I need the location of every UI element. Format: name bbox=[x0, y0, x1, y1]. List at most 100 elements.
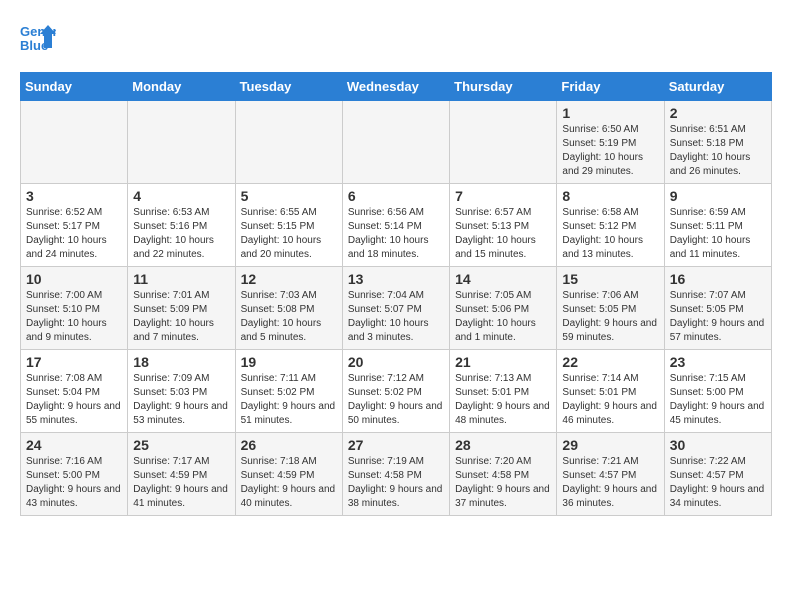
calendar-row-4: 24Sunrise: 7:16 AM Sunset: 5:00 PM Dayli… bbox=[21, 433, 772, 516]
day-number: 1 bbox=[562, 105, 658, 121]
day-number: 5 bbox=[241, 188, 337, 204]
calendar-cell: 22 Sunrise: 7:14 AM Sunset: 5:01 PM Dayli… bbox=[557, 350, 664, 433]
calendar-cell: 28 Sunrise: 7:20 AM Sunset: 4:58 PM Dayli… bbox=[450, 433, 557, 516]
day-info: Sunrise: 7:06 AM Sunset: 5:05 PM Dayligh… bbox=[562, 289, 658, 345]
day-info: Sunrise: 7:01 AM Sunset: 5:09 PM Dayligh… bbox=[133, 289, 229, 345]
col-header-monday: Monday bbox=[128, 73, 235, 101]
calendar-cell: 1Sunrise: 6:50 AM Sunset: 5:19 PM Daylig… bbox=[557, 101, 664, 184]
day-info: Sunrise: 7:13 AM Sunset: 5:01 PM Dayligh… bbox=[455, 372, 551, 428]
header: General Blue bbox=[20, 20, 772, 56]
calendar-cell: 7Sunrise: 6:57 AM Sunset: 5:13 PM Daylig… bbox=[450, 184, 557, 267]
calendar-cell: 17 Sunrise: 7:08 AM Sunset: 5:04 PM Dayli… bbox=[21, 350, 128, 433]
day-number: 9 bbox=[670, 188, 766, 204]
day-number: 22 bbox=[562, 354, 658, 370]
day-number: 15 bbox=[562, 271, 658, 287]
calendar-row-1: 3 Sunrise: 6:52 AM Sunset: 5:17 PM Daylig… bbox=[21, 184, 772, 267]
calendar-cell: 30 Sunrise: 7:22 AM Sunset: 4:57 PM Dayli… bbox=[664, 433, 771, 516]
calendar-cell: 26 Sunrise: 7:18 AM Sunset: 4:59 PM Dayli… bbox=[235, 433, 342, 516]
calendar-cell: 9 Sunrise: 6:59 AM Sunset: 5:11 PM Daylig… bbox=[664, 184, 771, 267]
calendar-table: SundayMondayTuesdayWednesdayThursdayFrid… bbox=[20, 72, 772, 516]
calendar-cell: 15 Sunrise: 7:06 AM Sunset: 5:05 PM Dayli… bbox=[557, 267, 664, 350]
svg-text:Blue: Blue bbox=[20, 38, 48, 53]
calendar-cell: 8Sunrise: 6:58 AM Sunset: 5:12 PM Daylig… bbox=[557, 184, 664, 267]
col-header-sunday: Sunday bbox=[21, 73, 128, 101]
calendar-cell: 13 Sunrise: 7:04 AM Sunset: 5:07 PM Dayli… bbox=[342, 267, 449, 350]
day-info: Sunrise: 7:00 AM Sunset: 5:10 PM Dayligh… bbox=[26, 289, 122, 345]
day-number: 25 bbox=[133, 437, 229, 453]
logo: General Blue bbox=[20, 20, 60, 56]
day-number: 28 bbox=[455, 437, 551, 453]
day-info: Sunrise: 7:22 AM Sunset: 4:57 PM Dayligh… bbox=[670, 455, 766, 511]
day-info: Sunrise: 7:20 AM Sunset: 4:58 PM Dayligh… bbox=[455, 455, 551, 511]
day-info: Sunrise: 7:03 AM Sunset: 5:08 PM Dayligh… bbox=[241, 289, 337, 345]
calendar-header-row: SundayMondayTuesdayWednesdayThursdayFrid… bbox=[21, 73, 772, 101]
day-info: Sunrise: 7:19 AM Sunset: 4:58 PM Dayligh… bbox=[348, 455, 444, 511]
day-number: 27 bbox=[348, 437, 444, 453]
calendar-row-3: 17 Sunrise: 7:08 AM Sunset: 5:04 PM Dayli… bbox=[21, 350, 772, 433]
calendar-cell: 12 Sunrise: 7:03 AM Sunset: 5:08 PM Dayli… bbox=[235, 267, 342, 350]
calendar-cell: 3 Sunrise: 6:52 AM Sunset: 5:17 PM Daylig… bbox=[21, 184, 128, 267]
day-info: Sunrise: 6:59 AM Sunset: 5:11 PM Dayligh… bbox=[670, 206, 766, 262]
calendar-cell: 27 Sunrise: 7:19 AM Sunset: 4:58 PM Dayli… bbox=[342, 433, 449, 516]
calendar-row-0: 1Sunrise: 6:50 AM Sunset: 5:19 PM Daylig… bbox=[21, 101, 772, 184]
day-info: Sunrise: 7:15 AM Sunset: 5:00 PM Dayligh… bbox=[670, 372, 766, 428]
calendar-cell: 5 Sunrise: 6:55 AM Sunset: 5:15 PM Daylig… bbox=[235, 184, 342, 267]
day-info: Sunrise: 7:07 AM Sunset: 5:05 PM Dayligh… bbox=[670, 289, 766, 345]
day-number: 7 bbox=[455, 188, 551, 204]
day-number: 11 bbox=[133, 271, 229, 287]
col-header-saturday: Saturday bbox=[664, 73, 771, 101]
calendar-cell bbox=[21, 101, 128, 184]
day-number: 13 bbox=[348, 271, 444, 287]
day-info: Sunrise: 7:08 AM Sunset: 5:04 PM Dayligh… bbox=[26, 372, 122, 428]
day-info: Sunrise: 7:21 AM Sunset: 4:57 PM Dayligh… bbox=[562, 455, 658, 511]
calendar-cell: 24Sunrise: 7:16 AM Sunset: 5:00 PM Dayli… bbox=[21, 433, 128, 516]
calendar-cell: 4 Sunrise: 6:53 AM Sunset: 5:16 PM Daylig… bbox=[128, 184, 235, 267]
calendar-cell: 10 Sunrise: 7:00 AM Sunset: 5:10 PM Dayli… bbox=[21, 267, 128, 350]
calendar-cell: 20Sunrise: 7:12 AM Sunset: 5:02 PM Dayli… bbox=[342, 350, 449, 433]
logo-icon: General Blue bbox=[20, 20, 56, 56]
day-info: Sunrise: 6:55 AM Sunset: 5:15 PM Dayligh… bbox=[241, 206, 337, 262]
calendar-cell: 14Sunrise: 7:05 AM Sunset: 5:06 PM Dayli… bbox=[450, 267, 557, 350]
day-number: 21 bbox=[455, 354, 551, 370]
calendar-cell bbox=[342, 101, 449, 184]
day-info: Sunrise: 7:14 AM Sunset: 5:01 PM Dayligh… bbox=[562, 372, 658, 428]
day-info: Sunrise: 7:09 AM Sunset: 5:03 PM Dayligh… bbox=[133, 372, 229, 428]
calendar-cell: 6 Sunrise: 6:56 AM Sunset: 5:14 PM Daylig… bbox=[342, 184, 449, 267]
calendar-cell: 2Sunrise: 6:51 AM Sunset: 5:18 PM Daylig… bbox=[664, 101, 771, 184]
day-info: Sunrise: 7:05 AM Sunset: 5:06 PM Dayligh… bbox=[455, 289, 551, 345]
day-info: Sunrise: 7:18 AM Sunset: 4:59 PM Dayligh… bbox=[241, 455, 337, 511]
col-header-friday: Friday bbox=[557, 73, 664, 101]
day-number: 30 bbox=[670, 437, 766, 453]
day-number: 29 bbox=[562, 437, 658, 453]
day-info: Sunrise: 6:52 AM Sunset: 5:17 PM Dayligh… bbox=[26, 206, 122, 262]
col-header-thursday: Thursday bbox=[450, 73, 557, 101]
day-number: 4 bbox=[133, 188, 229, 204]
day-number: 18 bbox=[133, 354, 229, 370]
calendar-cell: 25 Sunrise: 7:17 AM Sunset: 4:59 PM Dayli… bbox=[128, 433, 235, 516]
day-number: 20 bbox=[348, 354, 444, 370]
day-info: Sunrise: 7:11 AM Sunset: 5:02 PM Dayligh… bbox=[241, 372, 337, 428]
day-number: 3 bbox=[26, 188, 122, 204]
day-info: Sunrise: 6:53 AM Sunset: 5:16 PM Dayligh… bbox=[133, 206, 229, 262]
day-number: 10 bbox=[26, 271, 122, 287]
day-number: 16 bbox=[670, 271, 766, 287]
day-number: 17 bbox=[26, 354, 122, 370]
col-header-wednesday: Wednesday bbox=[342, 73, 449, 101]
day-info: Sunrise: 7:17 AM Sunset: 4:59 PM Dayligh… bbox=[133, 455, 229, 511]
col-header-tuesday: Tuesday bbox=[235, 73, 342, 101]
calendar-cell bbox=[128, 101, 235, 184]
day-number: 24 bbox=[26, 437, 122, 453]
day-info: Sunrise: 7:04 AM Sunset: 5:07 PM Dayligh… bbox=[348, 289, 444, 345]
day-number: 12 bbox=[241, 271, 337, 287]
day-info: Sunrise: 6:56 AM Sunset: 5:14 PM Dayligh… bbox=[348, 206, 444, 262]
calendar-cell: 21 Sunrise: 7:13 AM Sunset: 5:01 PM Dayli… bbox=[450, 350, 557, 433]
day-number: 19 bbox=[241, 354, 337, 370]
day-number: 26 bbox=[241, 437, 337, 453]
calendar-cell: 11 Sunrise: 7:01 AM Sunset: 5:09 PM Dayli… bbox=[128, 267, 235, 350]
calendar-row-2: 10 Sunrise: 7:00 AM Sunset: 5:10 PM Dayli… bbox=[21, 267, 772, 350]
calendar-cell bbox=[235, 101, 342, 184]
day-number: 2 bbox=[670, 105, 766, 121]
calendar-cell: 23Sunrise: 7:15 AM Sunset: 5:00 PM Dayli… bbox=[664, 350, 771, 433]
calendar-cell: 16 Sunrise: 7:07 AM Sunset: 5:05 PM Dayli… bbox=[664, 267, 771, 350]
day-number: 6 bbox=[348, 188, 444, 204]
